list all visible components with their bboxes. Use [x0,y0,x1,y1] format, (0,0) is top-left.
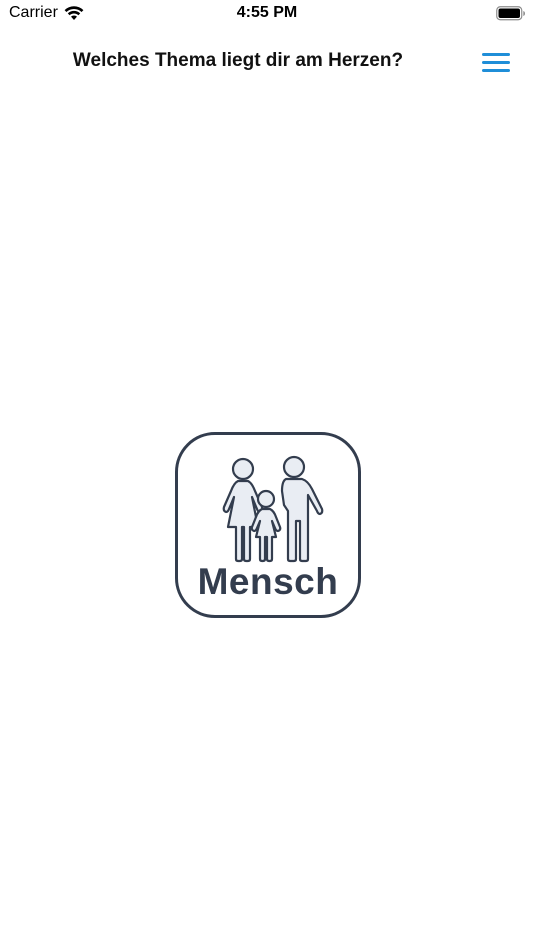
page-title: Welches Thema liegt dir am Herzen? [72,50,404,71]
battery-icon [496,6,526,21]
topic-tile-mensch[interactable]: Mensch [175,432,361,618]
status-bar: Carrier 4:55 PM [0,0,534,28]
family-icon [208,451,328,563]
topic-label: Mensch [197,561,339,602]
app-screen: Carrier 4:55 PM Welches Thema liegt dir … [0,0,534,950]
hamburger-menu-icon[interactable] [480,50,512,74]
navigation-bar: Welches Thema liegt dir am Herzen? [0,40,534,84]
status-time: 4:55 PM [236,4,298,21]
